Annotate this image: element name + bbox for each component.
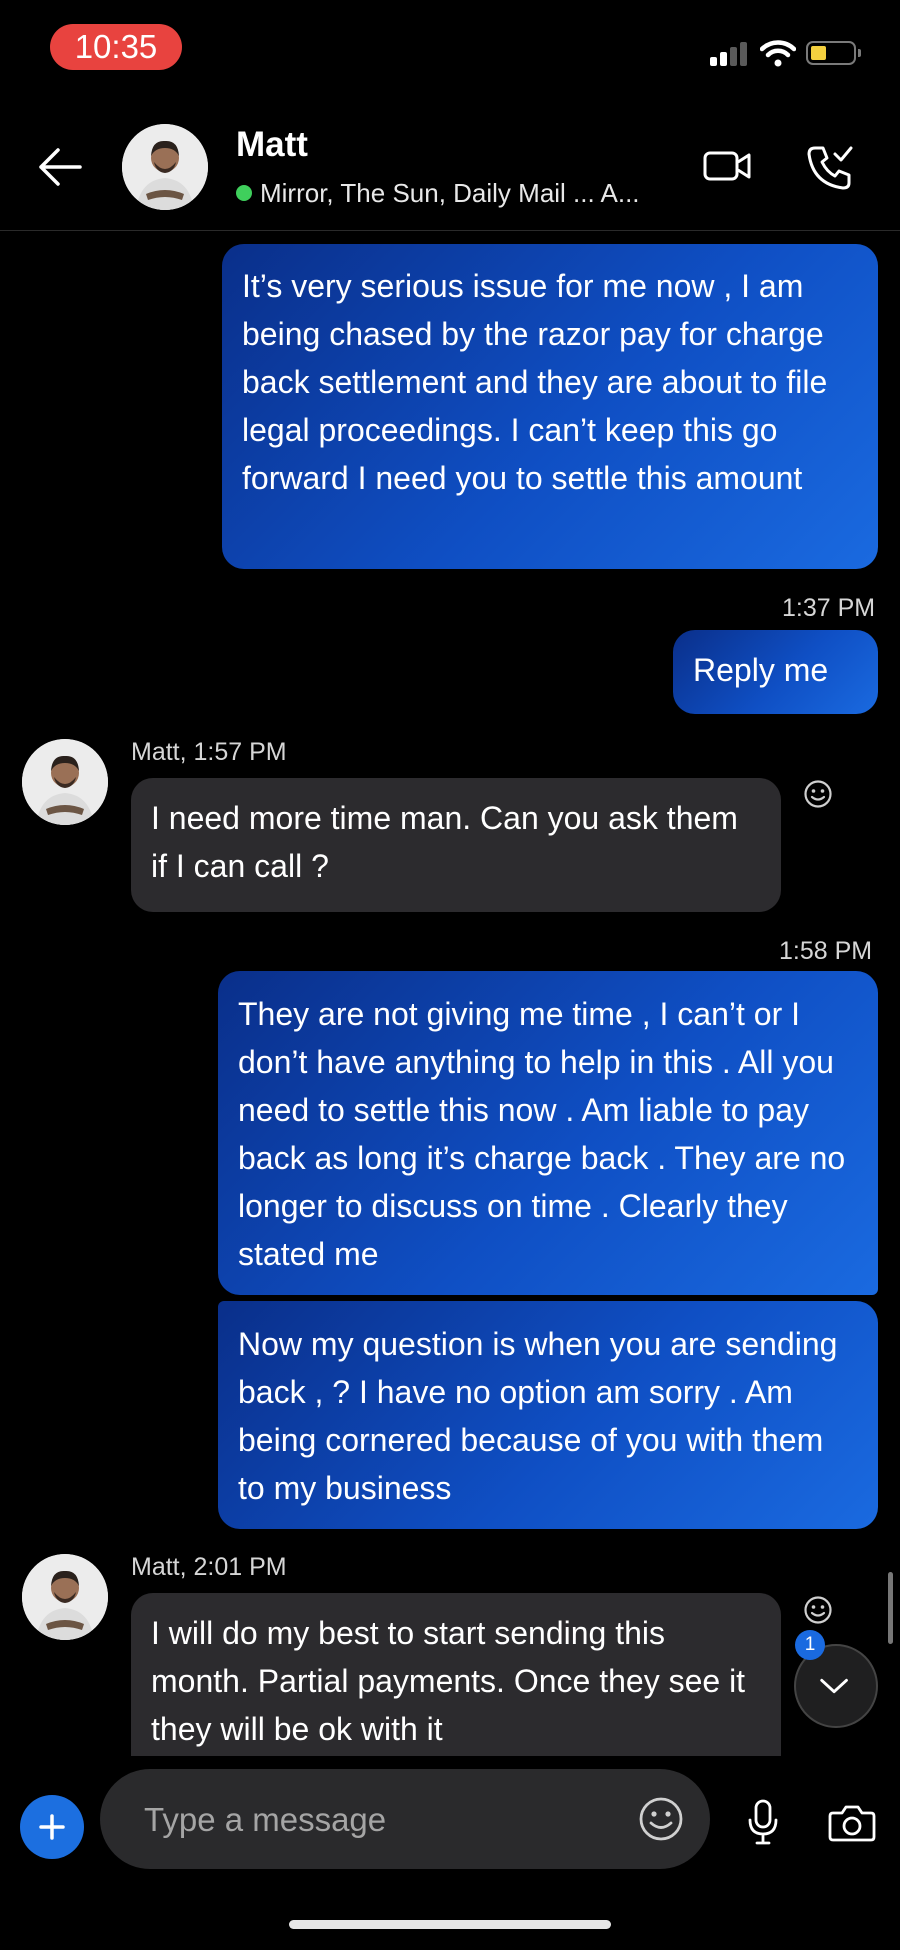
unread-count-badge: 1 bbox=[795, 1630, 825, 1660]
wifi-icon bbox=[760, 40, 796, 67]
camera-icon[interactable] bbox=[827, 1803, 877, 1843]
contact-status-text: Mirror, The Sun, Daily Mail ... A... bbox=[260, 178, 640, 208]
sender-avatar[interactable] bbox=[22, 1554, 108, 1640]
online-status-dot bbox=[236, 185, 252, 201]
outgoing-message[interactable]: Reply me bbox=[673, 630, 878, 714]
outgoing-message[interactable]: Now my question is when you are sending … bbox=[218, 1301, 878, 1529]
add-reaction-icon[interactable] bbox=[803, 1595, 833, 1625]
microphone-icon[interactable] bbox=[746, 1798, 780, 1846]
add-reaction-icon[interactable] bbox=[803, 779, 833, 809]
contact-avatar[interactable] bbox=[122, 124, 208, 210]
sender-meta: Matt, 1:57 PM bbox=[131, 738, 287, 766]
message-timestamp: 1:37 PM bbox=[782, 594, 876, 622]
outgoing-message[interactable]: They are not giving me time , I can’t or… bbox=[218, 971, 878, 1295]
battery-icon bbox=[806, 41, 861, 65]
message-input[interactable] bbox=[142, 1793, 606, 1847]
scrollbar-thumb[interactable] bbox=[888, 1572, 893, 1644]
status-time: 10:35 bbox=[50, 24, 182, 70]
video-call-icon[interactable] bbox=[702, 148, 752, 184]
contact-name: Matt bbox=[236, 125, 308, 164]
back-arrow-icon[interactable] bbox=[36, 145, 84, 189]
outgoing-message[interactable]: It’s very serious issue for me now , I a… bbox=[222, 244, 878, 569]
sender-avatar[interactable] bbox=[22, 739, 108, 825]
contact-status: Mirror, The Sun, Daily Mail ... A... bbox=[236, 178, 640, 209]
audio-call-icon[interactable] bbox=[805, 142, 855, 192]
header-divider bbox=[0, 230, 900, 231]
add-attachment-button[interactable] bbox=[20, 1795, 84, 1859]
plus-icon bbox=[39, 1814, 65, 1840]
incoming-message[interactable]: I need more time man. Can you ask them i… bbox=[131, 778, 781, 912]
cellular-signal-icon bbox=[710, 42, 750, 66]
message-composer bbox=[100, 1769, 710, 1869]
sender-meta: Matt, 2:01 PM bbox=[131, 1553, 287, 1581]
home-indicator bbox=[289, 1920, 611, 1929]
message-timestamp: 1:58 PM bbox=[779, 937, 873, 965]
incoming-message[interactable]: I will do my best to start sending this … bbox=[131, 1593, 781, 1756]
emoji-icon[interactable] bbox=[638, 1796, 684, 1842]
